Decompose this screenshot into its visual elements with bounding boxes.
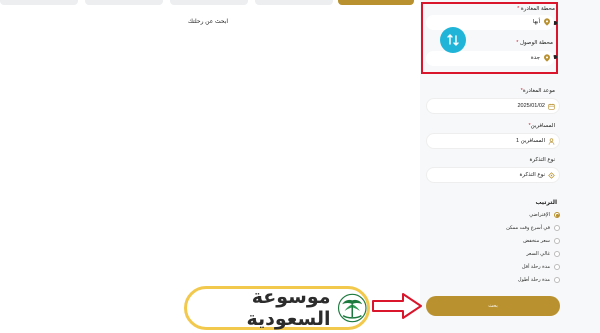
sort-title: الترتيب bbox=[535, 200, 557, 206]
location-pin-icon bbox=[544, 18, 550, 26]
search-button[interactable]: بحث bbox=[426, 296, 560, 316]
red-arrow-annotation bbox=[372, 293, 422, 319]
sort-option-longer-duration[interactable]: مدة رحلة أطول bbox=[518, 277, 560, 283]
radio-button[interactable] bbox=[554, 225, 560, 231]
passengers-value: 1 المسافرين bbox=[516, 138, 545, 144]
arrival-station-field[interactable]: جدة bbox=[426, 51, 554, 66]
tab-2[interactable] bbox=[85, 0, 163, 5]
passengers-label: المسافرين* bbox=[528, 123, 556, 129]
departure-station-label: محطة المغادرة * bbox=[517, 6, 555, 12]
departure-station-value: أبها bbox=[532, 19, 540, 25]
departure-date-value: 2025/01/02 bbox=[517, 103, 545, 109]
palm-emblem-icon bbox=[337, 293, 367, 323]
search-trip-link[interactable]: ابحث عن رحلتك bbox=[188, 18, 228, 25]
watermark-badge: موسوعة السعودية bbox=[184, 286, 370, 330]
departure-date-field[interactable]: 2025/01/02 bbox=[426, 98, 560, 114]
passengers-field[interactable]: 1 المسافرين bbox=[426, 133, 560, 149]
sort-option-high-price[interactable]: غالي السعر bbox=[526, 251, 560, 257]
ticket-icon bbox=[548, 172, 555, 179]
ticket-type-value: نوع التذكرة bbox=[519, 172, 545, 178]
arrival-station-value: جدة bbox=[530, 55, 540, 61]
swap-arrows-icon bbox=[447, 34, 459, 46]
calendar-icon bbox=[548, 103, 555, 110]
location-pin-icon bbox=[544, 54, 550, 62]
tab-1[interactable] bbox=[0, 0, 78, 5]
radio-button[interactable] bbox=[554, 238, 560, 244]
ticket-type-label: نوع التذكرة bbox=[529, 157, 555, 163]
radio-button[interactable] bbox=[554, 264, 560, 270]
radio-button[interactable] bbox=[554, 277, 560, 283]
radio-button[interactable] bbox=[554, 251, 560, 257]
arrival-station-label: محطة الوصول * bbox=[516, 40, 553, 46]
tab-3[interactable] bbox=[170, 0, 248, 5]
sort-option-low-price[interactable]: سعر منخفض bbox=[523, 238, 560, 244]
sort-option-default[interactable]: الإفتراضي bbox=[529, 212, 560, 218]
sort-option-fastest[interactable]: في أسرع وقت ممكن bbox=[506, 225, 560, 231]
tab-active[interactable] bbox=[338, 0, 414, 5]
tab-4[interactable] bbox=[255, 0, 333, 5]
ticket-type-field[interactable]: نوع التذكرة bbox=[426, 167, 560, 183]
radio-button[interactable] bbox=[554, 212, 560, 218]
departure-date-label: موعد المغادرة* bbox=[520, 88, 555, 94]
sort-option-shorter-duration[interactable]: مدة رحلة أقل bbox=[522, 264, 560, 270]
departure-station-field[interactable]: أبها bbox=[426, 15, 554, 30]
watermark-text: موسوعة السعودية bbox=[246, 286, 331, 330]
swap-stations-button[interactable] bbox=[440, 27, 466, 53]
person-icon bbox=[548, 138, 555, 145]
